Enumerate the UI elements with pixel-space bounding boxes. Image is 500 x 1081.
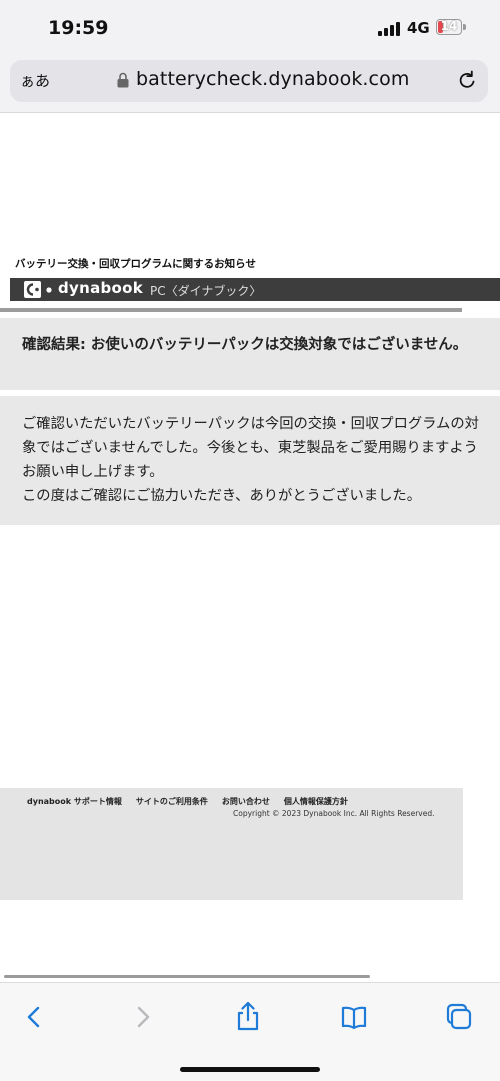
- bottom-toolbar: [0, 982, 500, 1081]
- copyright: Copyright © 2023 Dynabook Inc. All Right…: [233, 809, 435, 818]
- lock-icon: [117, 72, 129, 88]
- address-bar[interactable]: ぁあ batterycheck.dynabook.com: [10, 60, 488, 102]
- dynabook-logo-icon: [24, 281, 41, 298]
- message-box: ご確認いただいたバッテリーパックは今回の交換・回収プログラムの対象ではございませ…: [0, 396, 500, 525]
- bookmarks-icon[interactable]: [336, 999, 372, 1035]
- footer-link-support[interactable]: dynabook サポート情報: [27, 797, 122, 806]
- footer-link-terms[interactable]: サイトのご利用条件: [136, 797, 208, 806]
- logo-subtitle: PC〈ダイナブック〉: [150, 284, 262, 298]
- page-settings-button[interactable]: ぁあ: [20, 70, 50, 91]
- forward-icon[interactable]: [125, 999, 161, 1035]
- status-bar: 19:59 4G 14: [0, 0, 500, 56]
- battery-icon: 14: [436, 19, 462, 35]
- back-icon[interactable]: [16, 999, 52, 1035]
- divider: [0, 308, 462, 312]
- result-box: 確認結果: お使いのバッテリーパックは交換対象ではございません。: [0, 318, 500, 390]
- signal-icon: [378, 22, 402, 36]
- message-line: ご確認いただいたバッテリーパックは今回の交換・回収プログラムの対象ではございませ…: [22, 416, 479, 480]
- reload-icon[interactable]: [456, 69, 478, 91]
- tabs-icon[interactable]: [441, 999, 477, 1035]
- footer-links: dynabook サポート情報 サイトのご利用条件 お問い合わせ 個人情報保護方針: [27, 796, 362, 807]
- notice-heading: バッテリー交換・回収プログラムに関するお知らせ: [15, 258, 256, 270]
- url-text[interactable]: batterycheck.dynabook.com: [136, 68, 409, 90]
- browser-toolbar: ぁあ batterycheck.dynabook.com: [0, 56, 500, 113]
- logo-brand: dynabook: [58, 279, 144, 297]
- logo-bar: dynabook PC〈ダイナブック〉: [10, 278, 500, 301]
- network-type: 4G: [407, 19, 430, 37]
- message-text: ご確認いただいたバッテリーパックは今回の交換・回収プログラムの対象ではございませ…: [22, 412, 485, 508]
- message-line: この度はご確認にご協力いただき、ありがとうございました。: [22, 488, 422, 504]
- home-indicator: [180, 1067, 320, 1072]
- footer: dynabook サポート情報 サイトのご利用条件 お問い合わせ 個人情報保護方針 C…: [0, 788, 463, 900]
- horizontal-scrollbar[interactable]: [4, 975, 370, 978]
- share-icon[interactable]: [230, 999, 266, 1035]
- battery-level: 14: [440, 19, 458, 33]
- footer-link-contact[interactable]: お問い合わせ: [222, 797, 270, 806]
- status-time: 19:59: [48, 17, 109, 39]
- check-result: 確認結果: お使いのバッテリーパックは交換対象ではございません。: [22, 337, 468, 353]
- battery-tip: [463, 24, 466, 30]
- footer-link-privacy[interactable]: 個人情報保護方針: [284, 797, 348, 806]
- logo-dot-icon: [46, 287, 52, 293]
- web-page: バッテリー交換・回収プログラムに関するお知らせ dynabook PC〈ダイナブ…: [0, 113, 500, 968]
